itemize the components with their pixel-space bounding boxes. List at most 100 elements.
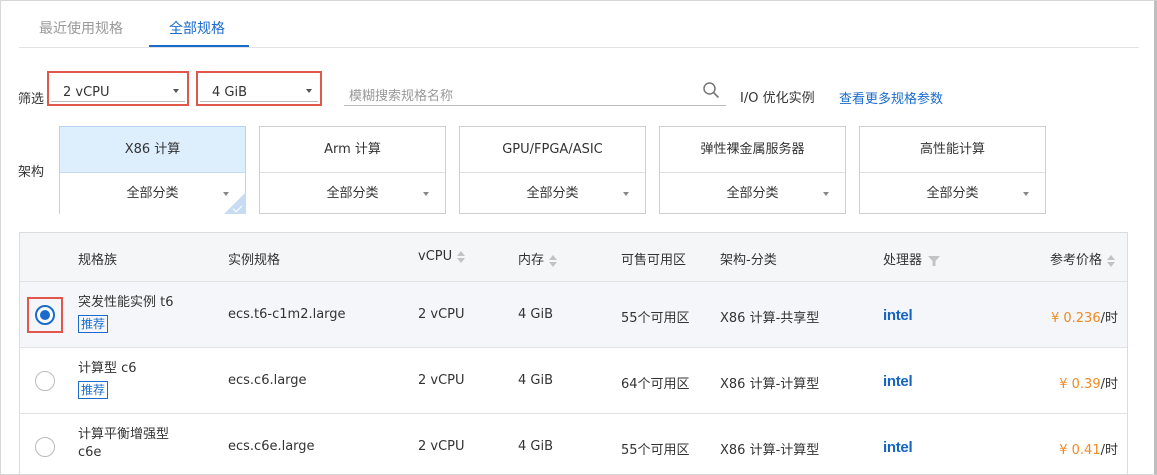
memory-select[interactable]: 4 GiB bbox=[196, 71, 322, 106]
memory-select-value: 4 GiB bbox=[212, 85, 248, 100]
arch-category-select[interactable]: 全部分类 bbox=[60, 173, 245, 214]
table-header: 规格族 实例规格 vCPU 内存 可售可用区 架构-分类 处理器 参考价格 bbox=[20, 233, 1127, 282]
col-memory[interactable]: 内存 bbox=[518, 249, 558, 268]
row-radio[interactable] bbox=[35, 437, 55, 457]
tab-recent-specs[interactable]: 最近使用规格 bbox=[39, 18, 123, 38]
price-unit: /时 bbox=[1100, 311, 1118, 326]
price-amount: ¥ 0.41 bbox=[1059, 443, 1101, 458]
col-arch: 架构-分类 bbox=[720, 253, 777, 268]
col-family: 规格族 bbox=[78, 253, 118, 268]
memory-cell: 4 GiB bbox=[518, 439, 554, 454]
sort-icon[interactable] bbox=[457, 250, 466, 263]
col-vcpu-label: vCPU bbox=[418, 249, 453, 264]
intel-logo-icon: intel bbox=[883, 373, 913, 390]
col-price-label: 参考价格 bbox=[1049, 253, 1102, 268]
row-radio-selected[interactable] bbox=[35, 305, 55, 325]
tab-bar: 最近使用规格 全部规格 bbox=[19, 1, 1139, 48]
col-spec: 实例规格 bbox=[228, 253, 281, 268]
price-amount: ¥ 0.39 bbox=[1059, 377, 1101, 392]
arch-cell: X86 计算-计算型 bbox=[720, 443, 820, 458]
arch-category-select[interactable]: 全部分类 bbox=[660, 173, 845, 214]
caret-down-icon bbox=[1023, 192, 1029, 196]
vcpu-cell: 2 vCPU bbox=[418, 439, 465, 454]
radio-dot bbox=[40, 310, 50, 320]
memory-cell: 4 GiB bbox=[518, 307, 554, 322]
vcpu-cell: 2 vCPU bbox=[418, 373, 465, 388]
col-vcpu[interactable]: vCPU bbox=[418, 249, 466, 264]
arch-cell: X86 计算-共享型 bbox=[720, 311, 820, 326]
vcpu-select[interactable]: 2 vCPU bbox=[47, 71, 189, 106]
table-row[interactable]: 计算平衡增强型 c6e ecs.c6e.large 2 vCPU 4 GiB 5… bbox=[20, 414, 1127, 474]
family-cell: 计算型 c6 推荐 bbox=[78, 360, 137, 400]
arch-card-x86[interactable]: X86 计算 全部分类 bbox=[59, 126, 246, 214]
arch-category-value: 全部分类 bbox=[726, 186, 779, 201]
caret-down-icon bbox=[423, 192, 429, 196]
col-zones: 可售可用区 bbox=[621, 253, 687, 268]
arch-category-select[interactable]: 全部分类 bbox=[460, 173, 645, 214]
zones-cell: 55个可用区 bbox=[621, 443, 690, 458]
row-radio[interactable] bbox=[35, 371, 55, 391]
spec-cell: ecs.c6.large bbox=[228, 373, 307, 388]
price-cell: ¥ 0.236/时 bbox=[1051, 307, 1118, 326]
io-optimized-label: I/O 优化实例 bbox=[740, 91, 815, 106]
arch-card-bare-metal[interactable]: 弹性裸金属服务器 全部分类 bbox=[659, 126, 846, 214]
arch-category-select[interactable]: 全部分类 bbox=[860, 173, 1045, 214]
caret-down-icon bbox=[823, 192, 829, 196]
caret-down-icon bbox=[623, 192, 629, 196]
family-cell: 计算平衡增强型 c6e bbox=[78, 426, 169, 462]
arch-card-title: Arm 计算 bbox=[260, 127, 445, 173]
arch-card-title: X86 计算 bbox=[60, 127, 245, 173]
zones-cell: 64个可用区 bbox=[621, 377, 690, 392]
family-name: 计算平衡增强型 bbox=[78, 427, 170, 442]
intel-logo-icon: intel bbox=[883, 307, 913, 324]
table-row[interactable]: 计算型 c6 推荐 ecs.c6.large 2 vCPU 4 GiB 64个可… bbox=[20, 348, 1127, 414]
arch-category-value: 全部分类 bbox=[526, 186, 579, 201]
spec-selector-panel: 最近使用规格 全部规格 筛选 2 vCPU 4 GiB 模糊搜索规格名称 I/O… bbox=[0, 0, 1157, 475]
arch-card-gpu[interactable]: GPU/FPGA/ASIC 全部分类 bbox=[459, 126, 646, 214]
table-row[interactable]: 突发性能实例 t6 推荐 ecs.t6-c1m2.large 2 vCPU 4 … bbox=[20, 282, 1127, 348]
arch-card-arm[interactable]: Arm 计算 全部分类 bbox=[259, 126, 446, 214]
filter-label: 筛选 bbox=[18, 92, 45, 107]
arch-category-value: 全部分类 bbox=[126, 186, 179, 201]
zones-cell: 55个可用区 bbox=[621, 311, 690, 326]
caret-down-icon bbox=[173, 89, 179, 93]
search-icon[interactable] bbox=[702, 81, 720, 99]
more-spec-params-link[interactable]: 查看更多规格参数 bbox=[839, 88, 943, 107]
price-cell: ¥ 0.41/时 bbox=[1059, 439, 1118, 458]
vcpu-cell: 2 vCPU bbox=[418, 307, 465, 322]
arch-cell: X86 计算-计算型 bbox=[720, 377, 820, 392]
spec-cell: ecs.c6e.large bbox=[228, 439, 315, 454]
family-cell: 突发性能实例 t6 推荐 bbox=[78, 294, 174, 334]
price-amount: ¥ 0.236 bbox=[1050, 311, 1101, 326]
sort-icon[interactable] bbox=[1107, 254, 1115, 267]
filter-icon[interactable] bbox=[928, 255, 941, 267]
price-cell: ¥ 0.39/时 bbox=[1059, 373, 1118, 392]
col-cpu[interactable]: 处理器 bbox=[883, 249, 941, 268]
memory-cell: 4 GiB bbox=[518, 373, 554, 388]
tab-all-specs[interactable]: 全部规格 bbox=[169, 18, 225, 38]
active-tab-indicator bbox=[149, 45, 249, 47]
spec-cell: ecs.t6-c1m2.large bbox=[228, 307, 346, 322]
arch-card-hpc[interactable]: 高性能计算 全部分类 bbox=[859, 126, 1046, 214]
col-price[interactable]: 参考价格 bbox=[1050, 249, 1115, 268]
recommend-badge: 推荐 bbox=[78, 315, 109, 333]
arch-card-title: 弹性裸金属服务器 bbox=[660, 127, 845, 173]
caret-down-icon bbox=[306, 89, 312, 93]
arch-category-value: 全部分类 bbox=[326, 186, 379, 201]
sort-icon[interactable] bbox=[549, 254, 558, 267]
spec-search-input[interactable]: 模糊搜索规格名称 bbox=[344, 77, 726, 106]
col-memory-label: 内存 bbox=[518, 253, 545, 268]
col-cpu-label: 处理器 bbox=[883, 253, 923, 268]
arch-category-value: 全部分类 bbox=[926, 186, 979, 201]
family-name: 计算型 c6 bbox=[78, 361, 137, 376]
arch-card-title: GPU/FPGA/ASIC bbox=[460, 127, 645, 173]
family-name: 突发性能实例 t6 bbox=[78, 295, 174, 310]
arch-label: 架构 bbox=[18, 165, 45, 180]
arch-category-select[interactable]: 全部分类 bbox=[260, 173, 445, 214]
price-unit: /时 bbox=[1100, 443, 1118, 458]
intel-logo-icon: intel bbox=[883, 439, 913, 456]
search-placeholder: 模糊搜索规格名称 bbox=[349, 89, 454, 104]
price-unit: /时 bbox=[1100, 377, 1118, 392]
recommend-badge: 推荐 bbox=[78, 381, 109, 399]
vcpu-select-value: 2 vCPU bbox=[63, 85, 110, 100]
